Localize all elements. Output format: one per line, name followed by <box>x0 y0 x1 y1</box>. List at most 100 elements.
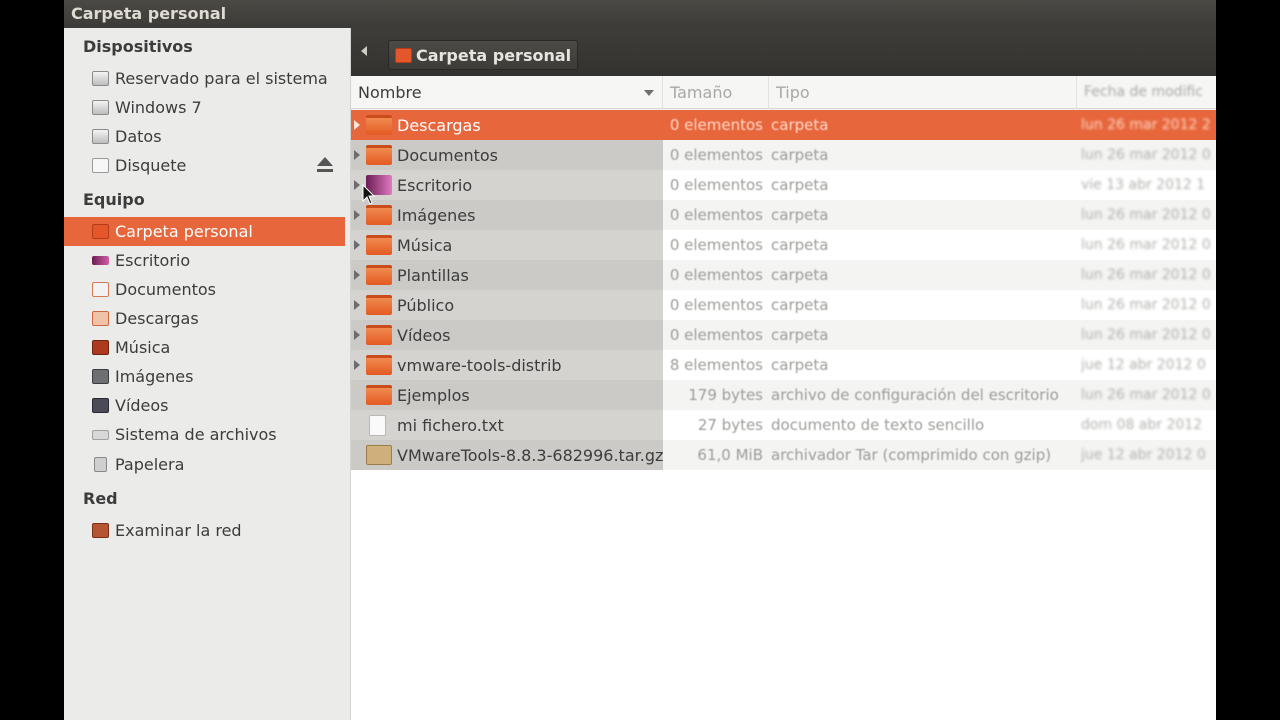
sidebar-item-sistema-archivos[interactable]: Sistema de archivos <box>64 420 345 449</box>
sidebar-item-videos[interactable]: Vídeos <box>64 391 345 420</box>
sidebar-item-label: Descargas <box>115 309 199 328</box>
folder-icon <box>366 355 392 375</box>
sidebar-item-documentos[interactable]: Documentos <box>64 275 345 304</box>
file-size: 61,0 MiB <box>697 446 763 464</box>
sidebar-item-examinar-red[interactable]: Examinar la red <box>64 516 345 545</box>
sidebar-item-label: Windows 7 <box>115 98 202 117</box>
file-name: Vídeos <box>397 325 451 345</box>
file-row[interactable]: Música 0 elementos carpeta lun 26 mar 20… <box>351 230 1216 260</box>
file-row[interactable]: Vídeos 0 elementos carpeta lun 26 mar 20… <box>351 320 1216 350</box>
file-manager-window: Carpeta personal Dispositivos Reservado … <box>64 0 1216 720</box>
file-type: archivador Tar (comprimido con gzip) <box>771 446 1052 464</box>
sidebar-item-label: Disquete <box>115 156 187 175</box>
sidebar-item-label: Vídeos <box>115 396 169 415</box>
file-row[interactable]: Ejemplos 179 bytes archivo de configurac… <box>351 380 1216 410</box>
file-row[interactable]: Descargas 0 elementos carpeta lun 26 mar… <box>351 110 1216 140</box>
sidebar-item-musica[interactable]: Música <box>64 333 345 362</box>
documents-icon <box>92 282 109 297</box>
column-header-label: Fecha de modific <box>1084 84 1203 100</box>
file-date: lun 26 mar 2012 0 <box>1081 387 1211 403</box>
expander-icon[interactable] <box>354 300 360 310</box>
file-date: lun 26 mar 2012 0 <box>1081 237 1211 253</box>
back-arrow-icon[interactable] <box>361 46 367 56</box>
file-type: archivo de configuración del escritorio <box>771 386 1059 404</box>
sidebar-item-escritorio[interactable]: Escritorio <box>64 246 345 275</box>
column-header-date[interactable]: Fecha de modific <box>1077 76 1216 109</box>
sidebar-item-imagenes[interactable]: Imágenes <box>64 362 345 391</box>
sidebar-heading-devices: Dispositivos <box>83 37 193 56</box>
pictures-icon <box>92 369 109 384</box>
folder-music-icon <box>366 235 392 255</box>
file-date: jue 12 abr 2012 0 <box>1081 447 1206 463</box>
sidebar-item-label: Carpeta personal <box>115 222 253 241</box>
expander-icon[interactable] <box>354 210 360 220</box>
file-row[interactable]: Plantillas 0 elementos carpeta lun 26 ma… <box>351 260 1216 290</box>
file-type: carpeta <box>771 326 829 344</box>
file-size: 179 bytes <box>688 386 763 404</box>
file-row[interactable]: Escritorio 0 elementos carpeta vie 13 ab… <box>351 170 1216 200</box>
expander-icon[interactable] <box>354 180 360 190</box>
file-name: Ejemplos <box>397 385 470 405</box>
sidebar-item-windows7[interactable]: Windows 7 <box>64 93 345 122</box>
file-type: carpeta <box>771 146 829 164</box>
expander-icon[interactable] <box>354 150 360 160</box>
file-type: carpeta <box>771 206 829 224</box>
file-name: VMwareTools-8.8.3-682996.tar.gz <box>397 445 663 465</box>
file-size: 0 elementos <box>669 116 763 134</box>
file-date: vie 13 abr 2012 1 <box>1081 177 1206 193</box>
file-name: Documentos <box>397 145 499 165</box>
file-row[interactable]: Documentos 0 elementos carpeta lun 26 ma… <box>351 140 1216 170</box>
file-date: dom 08 abr 2012 <box>1081 417 1203 433</box>
file-size: 27 bytes <box>697 416 763 434</box>
expander-icon[interactable] <box>354 360 360 370</box>
downloads-icon <box>92 311 109 326</box>
file-date: lun 26 mar 2012 0 <box>1081 207 1211 223</box>
file-type: carpeta <box>771 296 829 314</box>
expander-icon[interactable] <box>354 120 360 130</box>
expander-icon[interactable] <box>354 240 360 250</box>
desktop-icon <box>92 256 109 265</box>
folder-downloads-icon <box>366 115 392 135</box>
column-header-type[interactable]: Tipo <box>769 76 1077 109</box>
breadcrumb-carpeta-personal[interactable]: Carpeta personal <box>388 40 579 70</box>
sort-descending-icon <box>644 90 654 96</box>
sidebar-item-datos[interactable]: Datos <box>64 122 345 151</box>
file-size: 0 elementos <box>669 176 763 194</box>
sidebar-item-papelera[interactable]: Papelera <box>64 450 345 479</box>
file-date: lun 26 mar 2012 2 <box>1081 117 1211 133</box>
file-size: 0 elementos <box>669 266 763 284</box>
column-header-label: Tipo <box>776 83 810 102</box>
file-type: carpeta <box>771 236 829 254</box>
folder-templates-icon <box>366 265 392 285</box>
file-name: mi fichero.txt <box>397 415 504 435</box>
expander-icon[interactable] <box>354 330 360 340</box>
file-row[interactable]: vmware-tools-distrib 8 elementos carpeta… <box>351 350 1216 380</box>
archive-icon <box>366 445 392 465</box>
sidebar-item-carpeta-personal[interactable]: Carpeta personal <box>64 217 345 246</box>
file-date: lun 26 mar 2012 0 <box>1081 327 1211 343</box>
file-name: Imágenes <box>397 205 476 225</box>
home-folder-icon <box>395 47 412 63</box>
sidebar-item-reservado[interactable]: Reservado para el sistema <box>64 64 345 93</box>
file-row[interactable]: Público 0 elementos carpeta lun 26 mar 2… <box>351 290 1216 320</box>
sidebar-item-label: Reservado para el sistema <box>115 69 328 88</box>
file-date: lun 26 mar 2012 0 <box>1081 297 1211 313</box>
file-row[interactable]: VMwareTools-8.8.3-682996.tar.gz 61,0 MiB… <box>351 440 1216 470</box>
file-list: Descargas 0 elementos carpeta lun 26 mar… <box>351 110 1216 720</box>
sidebar-item-descargas[interactable]: Descargas <box>64 304 345 333</box>
file-size: 0 elementos <box>669 236 763 254</box>
hard-drive-icon <box>92 100 109 115</box>
folder-public-icon <box>366 295 392 315</box>
file-row[interactable]: mi fichero.txt 27 bytes documento de tex… <box>351 410 1216 440</box>
file-size: 8 elementos <box>669 356 763 374</box>
file-type: carpeta <box>771 356 829 374</box>
floppy-icon <box>92 158 109 173</box>
expander-icon[interactable] <box>354 270 360 280</box>
file-row[interactable]: Imágenes 0 elementos carpeta lun 26 mar … <box>351 200 1216 230</box>
sidebar-item-disquete[interactable]: Disquete <box>64 151 345 180</box>
folder-pictures-icon <box>366 205 392 225</box>
column-header-size[interactable]: Tamaño <box>663 76 769 109</box>
column-header-name[interactable]: Nombre <box>351 76 663 109</box>
sidebar-item-label: Papelera <box>115 455 185 474</box>
network-icon <box>92 523 109 538</box>
